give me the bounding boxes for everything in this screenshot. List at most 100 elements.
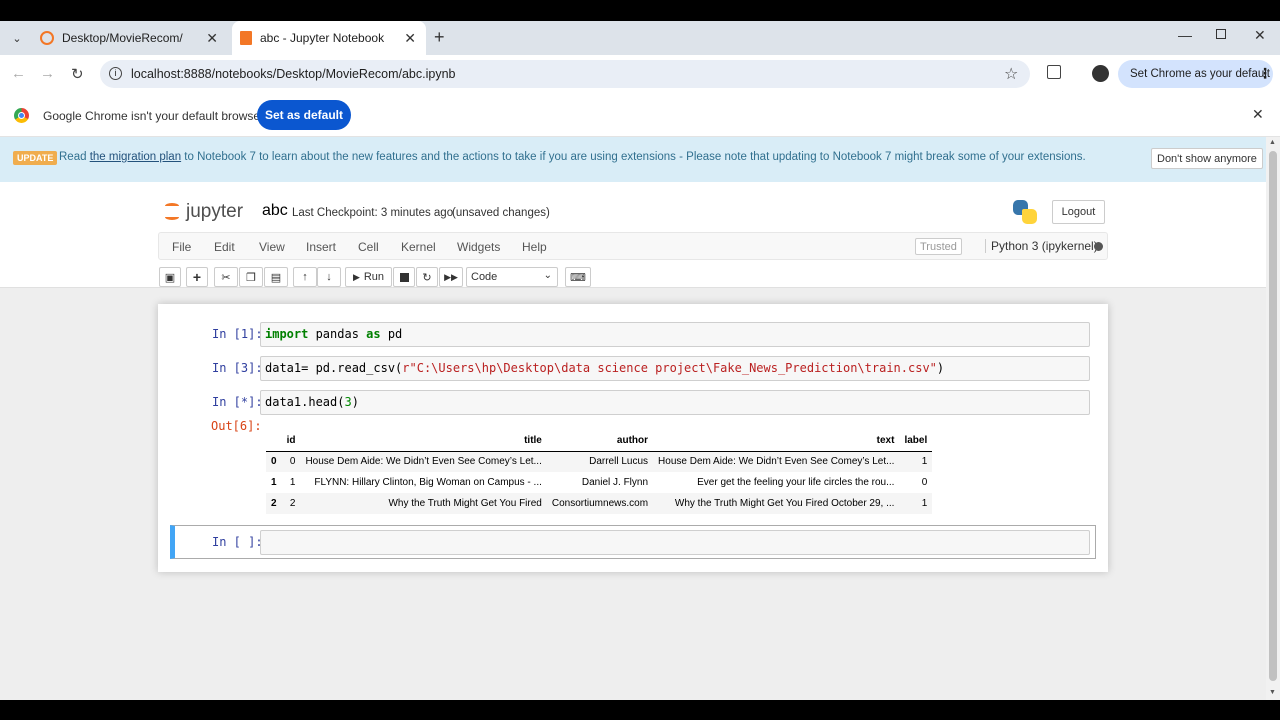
code-token: pandas xyxy=(308,327,367,341)
menu-cell[interactable]: Cell xyxy=(358,240,379,254)
command-palette-button[interactable]: ⌨ xyxy=(565,267,591,287)
cell-prompt: In [ ]: xyxy=(212,535,263,549)
cut-button[interactable]: ✂ xyxy=(214,267,238,287)
jupyter-logo-icon[interactable] xyxy=(162,201,182,223)
dont-show-label: Don't show anymore xyxy=(1157,152,1257,165)
save-icon: ▣ xyxy=(164,271,176,284)
scroll-down-icon[interactable]: ▼ xyxy=(1269,689,1276,696)
code-token: ) xyxy=(936,361,945,375)
scrollbar-thumb[interactable] xyxy=(1269,151,1277,681)
index-header xyxy=(266,430,282,452)
scroll-up-icon[interactable]: ▲ xyxy=(1269,139,1276,146)
close-tab-icon[interactable]: ✕ xyxy=(404,30,416,47)
table-cell: House Dem Aide: We Didn’t Even See Comey… xyxy=(305,456,542,468)
menu-edit[interactable]: Edit xyxy=(214,240,235,254)
update-badge: UPDATE xyxy=(13,151,58,165)
code-token: ) xyxy=(351,395,359,409)
minimize-icon[interactable]: — xyxy=(1178,27,1192,43)
address-bar[interactable]: i localhost:8888/notebooks/Desktop/Movie… xyxy=(100,60,1030,88)
back-icon[interactable]: ← xyxy=(11,65,26,82)
page-scrollbar[interactable]: ▲ ▼ xyxy=(1266,137,1280,700)
new-tab-icon[interactable]: + xyxy=(434,27,445,48)
site-info-icon[interactable]: i xyxy=(109,67,122,80)
code-cell-3[interactable]: data1.head(3) xyxy=(260,390,1090,415)
chip-label: Set Chrome as your default xyxy=(1130,68,1270,80)
extensions-icon[interactable] xyxy=(1047,65,1061,79)
paste-button[interactable]: ▤ xyxy=(264,267,288,287)
insert-cell-button[interactable]: + xyxy=(186,267,208,287)
notebook-tab-icon xyxy=(240,31,252,45)
copy-button[interactable]: ❐ xyxy=(239,267,263,287)
cell-type-select[interactable]: Code ⌄ xyxy=(466,267,558,287)
bookmark-star-icon[interactable]: ☆ xyxy=(1004,64,1018,84)
stop-icon xyxy=(399,272,409,282)
profile-avatar-icon[interactable] xyxy=(1092,65,1109,82)
menu-widgets[interactable]: Widgets xyxy=(457,240,500,254)
migration-plan-link[interactable]: the migration plan xyxy=(90,151,181,163)
table-row: 1 1 FLYNN: Hillary Clinton, Big Woman on… xyxy=(266,472,932,493)
move-down-button[interactable]: ↓ xyxy=(317,267,341,287)
logout-button[interactable]: Logout xyxy=(1052,200,1105,224)
notebook-name[interactable]: abc xyxy=(262,202,288,220)
tab-desktop-movierecom[interactable]: Desktop/MovieRecom/ ✕ xyxy=(32,21,228,55)
move-up-button[interactable]: ↑ xyxy=(293,267,317,287)
url-text: localhost:8888/notebooks/Desktop/MovieRe… xyxy=(131,67,456,81)
save-button[interactable]: ▣ xyxy=(159,267,181,287)
trusted-label: Trusted xyxy=(920,240,957,253)
close-window-icon[interactable]: ✕ xyxy=(1254,27,1266,44)
row-index: 1 xyxy=(271,477,277,488)
menu-kebab-icon[interactable]: ⋮ xyxy=(1258,65,1272,82)
restart-button[interactable]: ↻ xyxy=(416,267,438,287)
update-notice: UPDATE Read the migration plan to Notebo… xyxy=(0,137,1266,182)
reload-icon[interactable]: ↻ xyxy=(71,65,84,83)
menu-file[interactable]: File xyxy=(172,240,191,254)
column-header: text xyxy=(653,430,900,452)
code-cell-2[interactable]: data1= pd.read_csv(r"C:\Users\hp\Desktop… xyxy=(260,356,1090,381)
menu-insert[interactable]: Insert xyxy=(306,240,336,254)
empty-code-cell[interactable] xyxy=(260,530,1090,555)
run-button[interactable]: ▶ Run xyxy=(345,267,392,287)
menu-help[interactable]: Help xyxy=(522,240,547,254)
column-header: author xyxy=(546,430,654,452)
code-token: 3 xyxy=(344,395,352,409)
restore-icon[interactable] xyxy=(1216,29,1226,39)
infobar-message: Google Chrome isn't your default browser xyxy=(43,109,265,123)
dont-show-anymore-button[interactable]: Don't show anymore xyxy=(1151,148,1263,169)
tab-search-icon[interactable]: ⌄ xyxy=(8,29,26,47)
table-cell: House Dem Aide: We Didn’t Even See Comey… xyxy=(658,456,895,468)
trusted-indicator[interactable]: Trusted xyxy=(915,238,962,255)
table-cell: Daniel J. Flynn xyxy=(581,477,649,488)
play-icon: ▶ xyxy=(352,271,360,282)
row-index: 0 xyxy=(271,456,277,468)
screen-bottom-bar xyxy=(0,700,1280,720)
set-default-chip[interactable]: Set Chrome as your default ⋮ xyxy=(1118,60,1273,88)
output-prompt: Out[6]: xyxy=(211,419,262,433)
code-token: r"C:\Users\hp\Desktop\data science proje… xyxy=(402,361,937,375)
set-as-default-button[interactable]: Set as default xyxy=(257,100,351,130)
browser-tab-strip: ⌄ Desktop/MovieRecom/ ✕ abc - Jupyter No… xyxy=(0,21,1280,55)
jupyter-logo-text[interactable]: jupyter xyxy=(186,201,243,223)
close-tab-icon[interactable]: ✕ xyxy=(206,30,218,47)
kernel-status-icon xyxy=(1094,242,1103,251)
chrome-logo-icon xyxy=(14,108,29,123)
forward-icon[interactable]: → xyxy=(40,65,55,82)
scissors-icon: ✂ xyxy=(221,271,231,284)
restart-run-all-button[interactable]: ▶▶ xyxy=(439,267,463,287)
column-header: label xyxy=(899,430,933,452)
kernel-name: Python 3 (ipykernel) xyxy=(985,239,1098,253)
menubar-area: File Edit View Insert Cell Kernel Widget… xyxy=(0,232,1266,288)
close-infobar-icon[interactable]: ✕ xyxy=(1252,106,1264,123)
interrupt-button[interactable] xyxy=(393,267,415,287)
menu-kernel[interactable]: Kernel xyxy=(401,240,436,254)
column-header: title xyxy=(300,430,547,452)
code-cell-1[interactable]: import pandas as pd xyxy=(260,322,1090,347)
table-cell: Why the Truth Might Get You Fired xyxy=(388,498,542,509)
code-token: data1= pd.read_csv( xyxy=(265,361,403,375)
cell-prompt: In [*]: xyxy=(212,395,263,409)
menu-view[interactable]: View xyxy=(259,240,285,254)
tab-abc-notebook[interactable]: abc - Jupyter Notebook ✕ xyxy=(232,21,426,55)
table-cell: 2 xyxy=(289,498,296,509)
tab-title: abc - Jupyter Notebook xyxy=(260,31,385,45)
notice-suffix: to Notebook 7 to learn about the new fea… xyxy=(181,151,1086,163)
notebook-header: jupyter abc Last Checkpoint: 3 minutes a… xyxy=(0,182,1266,232)
